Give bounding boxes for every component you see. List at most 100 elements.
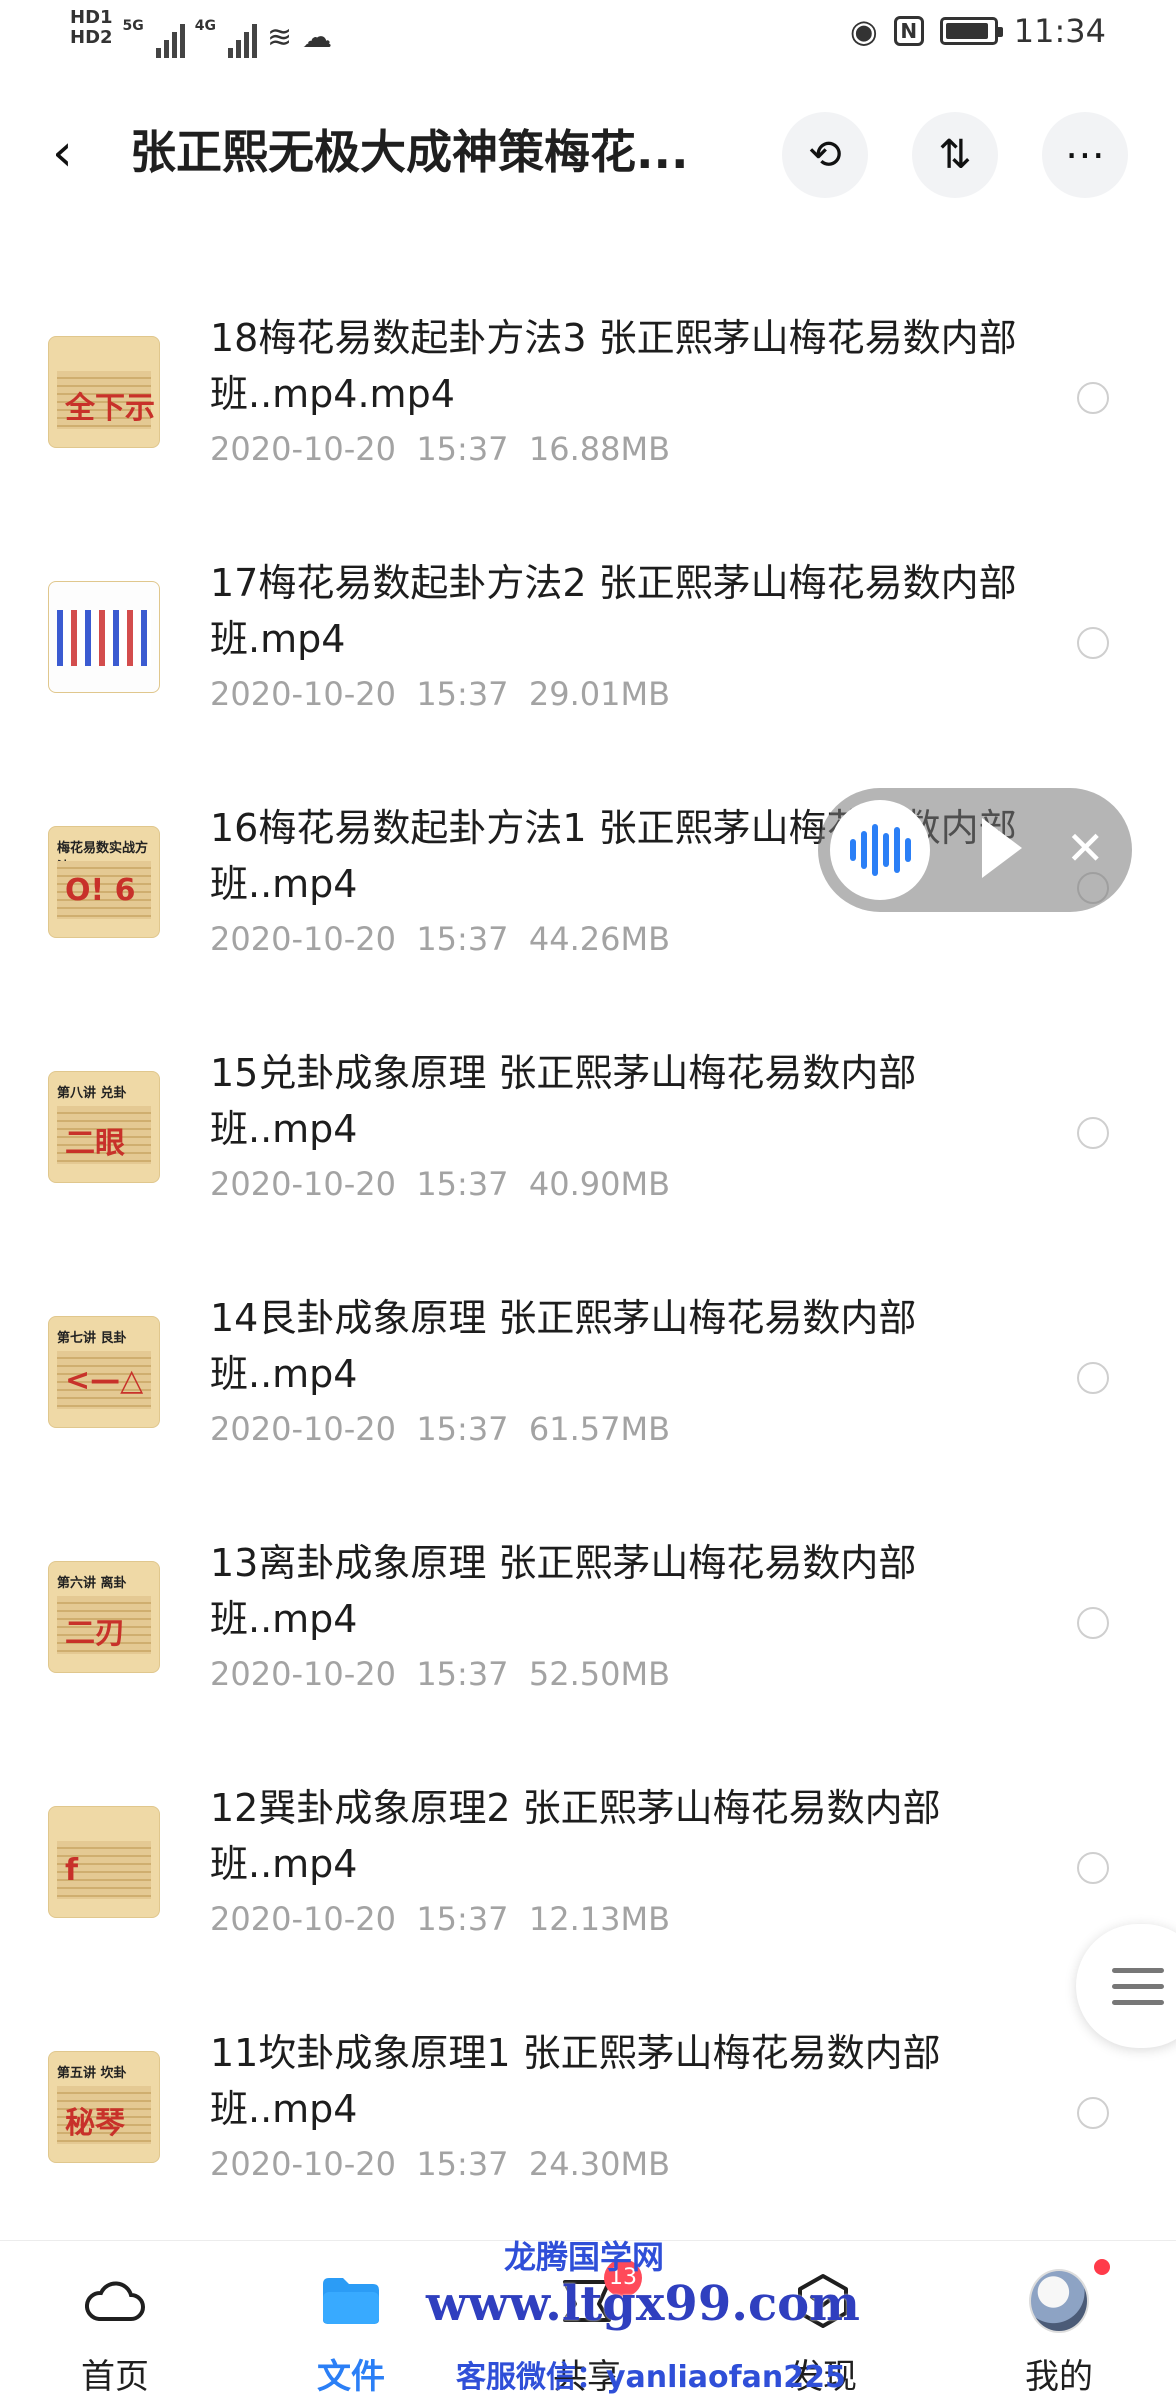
file-time: 15:37 — [416, 1900, 509, 1938]
select-checkbox[interactable] — [1077, 2097, 1109, 2129]
file-meta: 2020-10-20 15:37 16.88MB — [210, 430, 670, 468]
tab-label: 文件 — [317, 2357, 385, 2397]
file-date: 2020-10-20 — [210, 1165, 396, 1203]
audio-wave-icon[interactable] — [830, 800, 930, 900]
history-button[interactable]: ⟲ — [782, 112, 868, 198]
file-date: 2020-10-20 — [210, 920, 396, 958]
thumbnail-title: 第八讲 兑卦 — [57, 1086, 127, 1101]
file-name: 18梅花易数起卦方法3 张正熙茅山梅花易数内部班..mp4.mp4 — [210, 316, 1017, 416]
video-thumbnail: f — [48, 1806, 160, 1918]
thumbnail-mark: 秘琴 — [65, 2106, 125, 2141]
list-item[interactable]: f 12巽卦成象原理2 张正熙茅山梅花易数内部班..mp4 2020-10-20 1… — [0, 1728, 1176, 1973]
video-thumbnail: 第八讲 兑卦 二眼 — [48, 1071, 160, 1183]
file-meta: 2020-10-20 15:37 12.13MB — [210, 1900, 670, 1938]
history-icon: ⟲ — [808, 132, 842, 178]
video-thumbnail: 梅花易数实战方法O! 6 — [48, 826, 160, 938]
clock: 11:34 — [1013, 12, 1106, 50]
select-checkbox[interactable] — [1077, 627, 1109, 659]
file-size: 52.50MB — [528, 1655, 671, 1693]
file-name: 17梅花易数起卦方法2 张正熙茅山梅花易数内部班.mp4 — [210, 561, 1017, 661]
tab-label: 首页 — [81, 2357, 149, 2397]
page-title: 张正熙无极大成神策梅花... — [130, 125, 689, 179]
list-item[interactable]: 17梅花易数起卦方法2 张正熙茅山梅花易数内部班.mp4 2020-10-20 1… — [0, 503, 1176, 748]
list-item[interactable]: 第七讲 艮卦 <—△ 14艮卦成象原理 张正熙茅山梅花易数内部班..mp4 2020-… — [0, 1238, 1176, 1483]
tab-profile[interactable]: 我的 — [984, 2241, 1134, 2400]
file-meta: 2020-10-20 15:37 52.50MB — [210, 1655, 670, 1693]
file-meta: 2020-10-20 15:37 29.01MB — [210, 675, 670, 713]
avatar-icon — [1029, 2269, 1089, 2333]
select-checkbox[interactable] — [1077, 382, 1109, 414]
more-icon: ⋯ — [1065, 132, 1105, 178]
watermark-line3: 客服微信：yanliaofan225 — [456, 2360, 846, 2395]
file-name: 12巽卦成象原理2 张正熙茅山梅花易数内部班..mp4 — [210, 1786, 941, 1886]
list-item[interactable]: 全下示 18梅花易数起卦方法3 张正熙茅山梅花易数内部班..mp4.mp4 2020… — [0, 258, 1176, 503]
video-thumbnail: 全下示 — [48, 336, 160, 448]
select-checkbox[interactable] — [1077, 1362, 1109, 1394]
tab-files[interactable]: 文件 — [276, 2241, 426, 2400]
file-size: 44.26MB — [528, 920, 671, 958]
cloud-icon — [85, 2271, 145, 2331]
thumbnail-title: 第七讲 艮卦 — [57, 1331, 127, 1346]
status-bar: HD1 HD2 5G 4G ≋ ☁ ◉ N 11:34 — [0, 0, 1176, 72]
close-icon[interactable]: ✕ — [1066, 818, 1105, 878]
eye-icon: ◉ — [849, 12, 878, 50]
net1-label: 5G — [122, 18, 144, 34]
nfc-icon: N — [893, 16, 924, 46]
status-left: HD1 HD2 5G 4G ≋ ☁ — [70, 8, 332, 58]
thumbnail-mark: 二眼 — [65, 1126, 125, 1161]
file-meta: 2020-10-20 15:37 40.90MB — [210, 1165, 670, 1203]
list-item[interactable]: 第五讲 坎卦 秘琴 11坎卦成象原理1 张正熙茅山梅花易数内部班..mp4 2020-… — [0, 1973, 1176, 2218]
chevron-left-icon[interactable]: ‹ — [52, 127, 92, 179]
folder-icon — [321, 2271, 381, 2331]
file-size: 12.13MB — [528, 1900, 671, 1938]
select-checkbox[interactable] — [1077, 1607, 1109, 1639]
select-checkbox[interactable] — [1077, 1117, 1109, 1149]
video-thumbnail — [48, 581, 160, 693]
thumbnail-mark: 二刃 — [65, 1616, 125, 1651]
video-thumbnail: 第七讲 艮卦 <—△ — [48, 1316, 160, 1428]
file-size: 29.01MB — [528, 675, 671, 713]
file-name: 15兑卦成象原理 张正熙茅山梅花易数内部班..mp4 — [210, 1051, 917, 1151]
file-name: 14艮卦成象原理 张正熙茅山梅花易数内部班..mp4 — [210, 1296, 917, 1396]
file-time: 15:37 — [416, 920, 509, 958]
video-thumbnail: 第六讲 离卦 二刃 — [48, 1561, 160, 1673]
wifi-icon: ≋ — [267, 20, 293, 55]
file-meta: 2020-10-20 15:37 61.57MB — [210, 1410, 670, 1448]
file-date: 2020-10-20 — [210, 2145, 396, 2183]
play-icon[interactable] — [982, 818, 1022, 878]
thumbnail-mark: <—△ — [65, 1363, 144, 1398]
file-meta: 2020-10-20 15:37 24.30MB — [210, 2145, 670, 2183]
video-thumbnail: 第五讲 坎卦 秘琴 — [48, 2051, 160, 2163]
tab-home[interactable]: 首页 — [40, 2241, 190, 2400]
signal-icon — [155, 18, 185, 58]
file-meta: 2020-10-20 15:37 44.26MB — [210, 920, 670, 958]
sort-button[interactable]: ⇅ — [912, 112, 998, 198]
file-date: 2020-10-20 — [210, 1900, 396, 1938]
thumbnail-text-lines — [57, 610, 151, 666]
hd2-label: HD2 — [70, 27, 113, 48]
file-time: 15:37 — [416, 430, 509, 468]
list-item[interactable]: 第六讲 离卦 二刃 13离卦成象原理 张正熙茅山梅花易数内部班..mp4 2020-1… — [0, 1483, 1176, 1728]
notification-dot — [1094, 2259, 1110, 2275]
net2-label: 4G — [194, 18, 216, 34]
file-date: 2020-10-20 — [210, 1655, 396, 1693]
file-name: 13离卦成象原理 张正熙茅山梅花易数内部班..mp4 — [210, 1541, 917, 1641]
more-button[interactable]: ⋯ — [1042, 112, 1128, 198]
avatar — [1029, 2269, 1089, 2333]
hd-icon: HD1 HD2 — [70, 8, 113, 48]
file-size: 16.88MB — [528, 430, 671, 468]
thumbnail-mark: 全下示 — [65, 391, 155, 426]
file-list: 全下示 18梅花易数起卦方法3 张正熙茅山梅花易数内部班..mp4.mp4 2020… — [0, 258, 1176, 2218]
watermark-line1: 龙腾国学网 — [504, 2238, 665, 2276]
floating-player[interactable]: ✕ — [818, 788, 1132, 912]
menu-line — [1112, 1968, 1164, 1973]
menu-line — [1112, 2000, 1164, 2005]
watermark-line2: www.ltgx99.com — [426, 2276, 860, 2332]
header: ‹ 张正熙无极大成神策梅花... ⟲ ⇅ ⋯ — [0, 100, 1176, 210]
file-time: 15:37 — [416, 675, 509, 713]
file-size: 24.30MB — [528, 2145, 671, 2183]
file-date: 2020-10-20 — [210, 675, 396, 713]
select-checkbox[interactable] — [1077, 1852, 1109, 1884]
tab-label: 我的 — [1025, 2357, 1093, 2397]
list-item[interactable]: 第八讲 兑卦二眼 15兑卦成象原理 张正熙茅山梅花易数内部班..mp4 2020-1… — [0, 993, 1176, 1238]
